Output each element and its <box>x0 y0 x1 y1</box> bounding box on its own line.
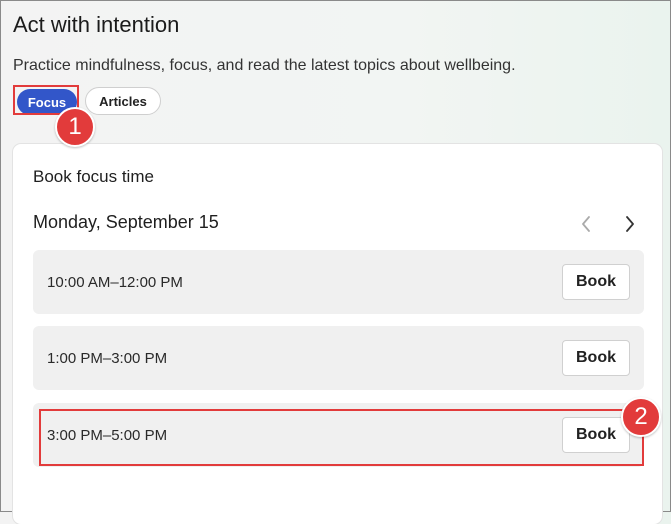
page-title: Act with intention <box>13 12 180 37</box>
chevron-right-icon[interactable] <box>619 213 641 235</box>
card-title: Book focus time <box>33 167 154 186</box>
slot-time: 10:00 AM–12:00 PM <box>47 274 183 291</box>
book-button[interactable]: Book <box>562 264 630 300</box>
slot-time: 1:00 PM–3:00 PM <box>47 350 168 367</box>
focus-time-card: Book focus time Monday, September 15 10:… <box>13 144 662 524</box>
date-label: Monday, September 15 <box>33 212 219 232</box>
book-button[interactable]: Book <box>562 340 630 376</box>
chevron-left-icon[interactable] <box>575 213 597 235</box>
time-slot: 1:00 PM–3:00 PM Book <box>33 326 644 390</box>
tab-articles[interactable]: Articles <box>85 87 161 115</box>
step-badge-1: 1 <box>55 107 95 147</box>
step-badge-2: 2 <box>621 397 661 437</box>
slot-highlight-box <box>39 409 644 466</box>
page-subtitle: Practice mindfulness, focus, and read th… <box>13 57 516 74</box>
time-slot: 10:00 AM–12:00 PM Book <box>33 250 644 314</box>
